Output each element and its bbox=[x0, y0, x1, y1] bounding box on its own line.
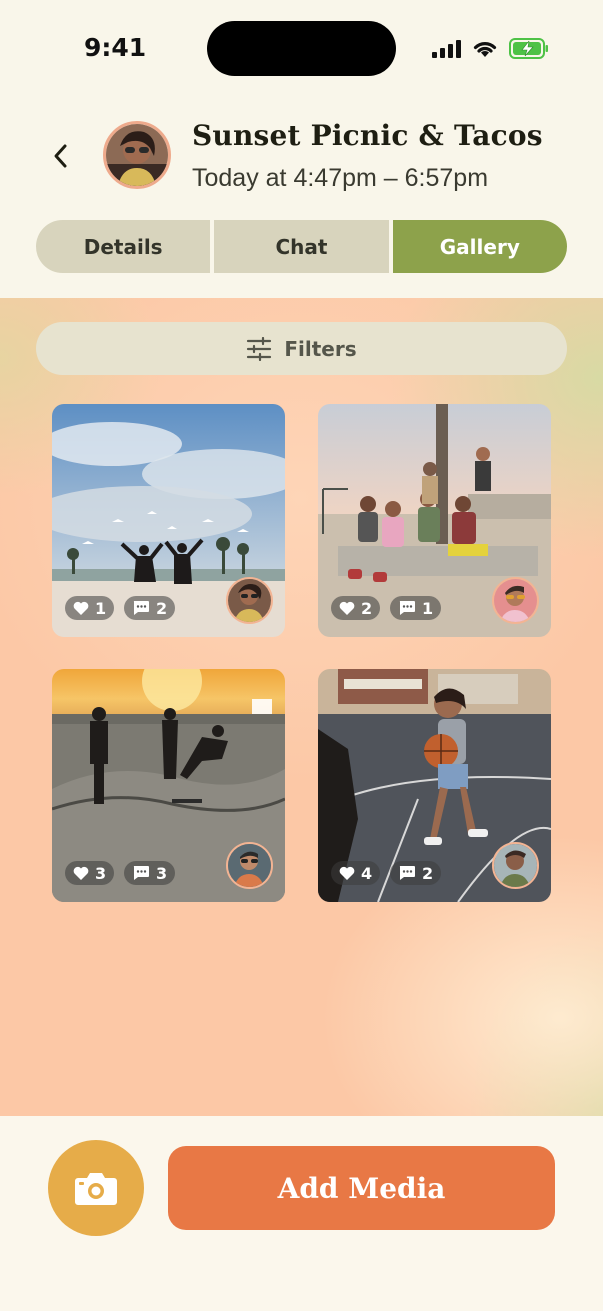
host-avatar[interactable] bbox=[103, 121, 171, 189]
back-button[interactable] bbox=[44, 138, 78, 174]
uploader-avatar[interactable] bbox=[492, 842, 539, 889]
wifi-icon bbox=[473, 42, 497, 57]
gallery-photo-2[interactable]: 2 1 bbox=[318, 404, 551, 637]
battery-charging-icon bbox=[509, 38, 548, 59]
heart-icon bbox=[73, 601, 89, 615]
filters-label: Filters bbox=[284, 336, 357, 361]
likes-badge[interactable]: 3 bbox=[65, 861, 115, 885]
camera-button[interactable] bbox=[48, 1140, 144, 1236]
likes-count: 3 bbox=[95, 863, 107, 883]
heart-icon bbox=[339, 866, 355, 880]
likes-badge[interactable]: 4 bbox=[331, 861, 381, 885]
comment-icon bbox=[399, 601, 415, 615]
tab-gallery[interactable]: Gallery bbox=[392, 220, 567, 273]
likes-badge[interactable]: 1 bbox=[65, 596, 115, 620]
tab-chat[interactable]: Chat bbox=[214, 220, 389, 273]
comments-badge[interactable]: 1 bbox=[390, 596, 442, 620]
heart-icon bbox=[339, 601, 355, 615]
uploader-avatar[interactable] bbox=[226, 842, 273, 889]
gallery-photo-3[interactable]: 3 3 bbox=[52, 669, 285, 902]
tab-details[interactable]: Details bbox=[36, 220, 211, 273]
status-time: 9:41 bbox=[84, 33, 147, 62]
comments-badge[interactable]: 2 bbox=[124, 596, 176, 620]
sliders-icon bbox=[247, 336, 272, 361]
uploader-photo bbox=[228, 844, 271, 887]
comment-icon bbox=[133, 601, 149, 615]
comment-icon bbox=[133, 866, 149, 880]
uploader-avatar[interactable] bbox=[492, 577, 539, 624]
dynamic-island bbox=[207, 21, 396, 76]
camera-icon bbox=[75, 1173, 117, 1205]
chevron-left-icon bbox=[54, 144, 67, 168]
segmented-tabs: Details Chat Gallery bbox=[36, 220, 567, 273]
event-time-range: Today at 4:47pm – 6:57pm bbox=[192, 164, 489, 192]
gallery-content: Filters 1 2 2 1 3 3 4 2 bbox=[0, 298, 603, 1116]
gallery-photo-4[interactable]: 4 2 bbox=[318, 669, 551, 902]
comments-count: 2 bbox=[422, 863, 434, 883]
gallery-photo-1[interactable]: 1 2 bbox=[52, 404, 285, 637]
heart-icon bbox=[73, 866, 89, 880]
cellular-signal-icon bbox=[432, 40, 461, 58]
bottom-action-bar: Add Media bbox=[0, 1116, 603, 1311]
uploader-photo bbox=[228, 579, 271, 622]
likes-count: 1 bbox=[95, 598, 107, 618]
uploader-photo bbox=[494, 579, 537, 622]
uploader-avatar[interactable] bbox=[226, 577, 273, 624]
comments-count: 1 bbox=[422, 598, 434, 618]
likes-count: 2 bbox=[361, 598, 373, 618]
event-title: Sunset Picnic & Tacos bbox=[192, 119, 543, 152]
likes-count: 4 bbox=[361, 863, 373, 883]
add-media-button[interactable]: Add Media bbox=[168, 1146, 555, 1230]
status-bar: 9:41 bbox=[0, 0, 603, 100]
comments-badge[interactable]: 3 bbox=[124, 861, 176, 885]
comment-icon bbox=[399, 866, 415, 880]
likes-badge[interactable]: 2 bbox=[331, 596, 381, 620]
comments-badge[interactable]: 2 bbox=[390, 861, 442, 885]
filters-button[interactable]: Filters bbox=[36, 322, 567, 375]
uploader-photo bbox=[494, 844, 537, 887]
host-photo bbox=[106, 124, 168, 186]
comments-count: 2 bbox=[156, 598, 168, 618]
comments-count: 3 bbox=[156, 863, 168, 883]
